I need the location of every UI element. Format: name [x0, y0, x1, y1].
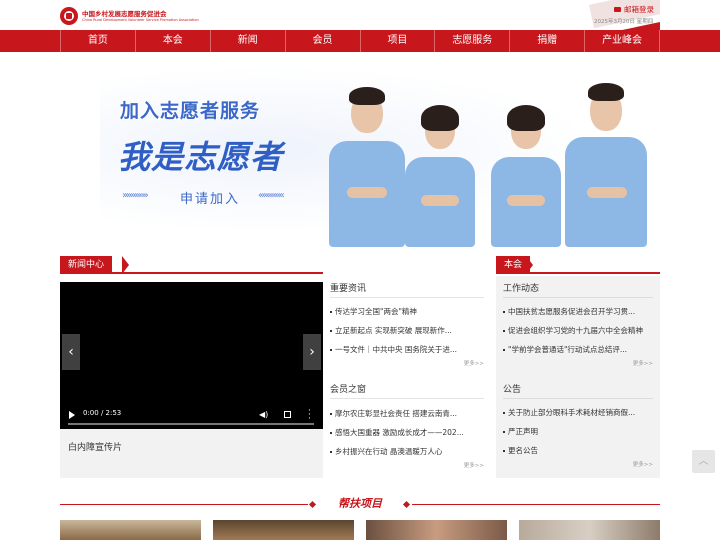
- nav-item-projects[interactable]: 项目: [359, 30, 435, 52]
- list-item[interactable]: 感悟大国重器 激励成长成才——202...: [330, 423, 484, 442]
- project-thumbnails: [60, 520, 660, 540]
- list-item[interactable]: 立足新起点 实现新突破 展现新作...: [330, 321, 484, 340]
- site-logo[interactable]: 中国乡村发展志愿服务促进会 China Rural Development Vo…: [60, 6, 260, 26]
- member-news-list: 摩尔农庄彰显社会责任 搭建云南青... 感悟大国重器 激励成长成才——202..…: [330, 404, 484, 461]
- page: 中国乡村发展志愿服务促进会 China Rural Development Vo…: [0, 0, 720, 540]
- chevron-up-icon: ︿: [698, 456, 709, 467]
- important-news-title[interactable]: 重要资讯: [330, 282, 484, 298]
- list-item[interactable]: 严正声明: [503, 422, 653, 441]
- project-thumbnail[interactable]: [60, 520, 201, 540]
- volume-icon[interactable]: ◀): [259, 411, 268, 419]
- volunteer-figure: [325, 75, 409, 247]
- more-link[interactable]: 更多>>: [330, 461, 484, 471]
- current-date: 2025年3月20日 星期四: [594, 19, 654, 25]
- video-player[interactable]: ‹ › 0:00 / 2:53 ◀) · · ·: [60, 282, 323, 429]
- more-options-icon[interactable]: · · ·: [308, 407, 311, 424]
- tag-arrow-icon: [122, 256, 129, 274]
- chevron-left-icon[interactable]: ‹: [62, 334, 80, 370]
- nav-item-donate[interactable]: 捐赠: [509, 30, 584, 52]
- mail-login-label: 邮箱登录: [624, 5, 654, 14]
- member-window-title[interactable]: 会员之窗: [330, 383, 484, 399]
- more-link[interactable]: 更多>>: [503, 359, 653, 369]
- video-time: 0:00 / 2:53: [83, 409, 122, 417]
- important-news-list: 传达学习全国"两会"精神 立足新起点 实现新突破 展现新作... 一号文件｜中共…: [330, 302, 484, 359]
- list-item[interactable]: 更名公告: [503, 441, 653, 460]
- list-item[interactable]: 促进会组织学习党的十九届六中全会精神: [503, 321, 653, 340]
- work-updates-list: 中国扶贫志愿服务促进会召开学习贯... 促进会组织学习党的十九届六中全会精神 "…: [503, 302, 653, 359]
- fullscreen-icon[interactable]: [284, 411, 291, 418]
- work-updates-title[interactable]: 工作动态: [503, 282, 653, 298]
- notice-title[interactable]: 公告: [503, 383, 653, 399]
- nav-item-home[interactable]: 首页: [60, 30, 135, 52]
- chevron-right-icon[interactable]: ›: [303, 334, 321, 370]
- project-thumbnail[interactable]: [519, 520, 660, 540]
- association-panel: 工作动态 中国扶贫志愿服务促进会召开学习贯... 促进会组织学习党的十九届六中全…: [496, 276, 660, 478]
- top-header: 中国乡村发展志愿服务促进会 China Rural Development Vo…: [0, 0, 720, 30]
- arrows-right-icon: ««««««: [258, 190, 285, 201]
- nav-item-members[interactable]: 会员: [284, 30, 360, 52]
- list-item[interactable]: 乡村振兴在行动 晶澳温暖万人心: [330, 442, 484, 461]
- banner-title: 加入志愿者服务: [120, 100, 261, 122]
- logo-name-en: China Rural Development Volunteer Servic…: [82, 17, 199, 22]
- project-thumbnail[interactable]: [366, 520, 507, 540]
- more-link[interactable]: 更多>>: [503, 460, 653, 470]
- logo-emblem-icon: [60, 7, 78, 25]
- volunteer-figure: [561, 75, 651, 247]
- more-link[interactable]: 更多>>: [330, 359, 484, 369]
- list-item[interactable]: "学前学会普通话"行动试点总结评...: [503, 340, 653, 359]
- volunteer-figure: [485, 97, 567, 247]
- video-controls: 0:00 / 2:53 ◀) · · ·: [60, 401, 323, 429]
- video-progress-track[interactable]: [68, 423, 314, 425]
- mail-icon: [614, 7, 621, 12]
- association-header: 本会: [496, 256, 660, 274]
- list-item[interactable]: 一号文件｜中共中央 国务院关于进...: [330, 340, 484, 359]
- projects-section-title: 帮扶项目: [338, 497, 382, 510]
- logo-text: 中国乡村发展志愿服务促进会 China Rural Development Vo…: [82, 10, 199, 23]
- list-item[interactable]: 摩尔农庄彰显社会责任 搭建云南青...: [330, 404, 484, 423]
- banner-artwork: 加入志愿者服务 我是志愿者 »»»»»» 申请加入 ««««««: [100, 52, 660, 247]
- volunteer-figure: [399, 97, 481, 247]
- news-center-header: 新闻中心: [60, 256, 323, 274]
- notice-list: 关于防止部分眼科手术耗材经销商假... 严正声明 更名公告: [503, 403, 653, 460]
- list-item[interactable]: 中国扶贫志愿服务促进会召开学习贯...: [503, 302, 653, 321]
- nav-item-news[interactable]: 新闻: [209, 30, 285, 52]
- diamond-icon: [308, 500, 317, 509]
- banner-apply-button[interactable]: 申请加入: [180, 188, 240, 207]
- diamond-icon: [402, 500, 411, 509]
- list-item[interactable]: 关于防止部分眼科手术耗材经销商假...: [503, 403, 653, 422]
- main-nav: 首页 本会 新闻 会员 项目 志愿服务 捐赠 产业峰会: [0, 30, 720, 52]
- back-to-top-button[interactable]: ︿: [692, 450, 715, 473]
- news-video-card: ‹ › 0:00 / 2:53 ◀) · · · 白内障宣传片: [60, 282, 323, 478]
- project-thumbnail[interactable]: [213, 520, 354, 540]
- mail-login-link[interactable]: 邮箱登录: [614, 4, 654, 15]
- volunteer-group-photo: [315, 70, 660, 247]
- nav-item-summit[interactable]: 产业峰会: [584, 30, 660, 52]
- video-caption[interactable]: 白内障宣传片: [68, 440, 122, 453]
- tag-arrow-icon: [526, 256, 533, 274]
- news-center-tag[interactable]: 新闻中心: [60, 256, 113, 274]
- association-tag[interactable]: 本会: [496, 256, 531, 274]
- news-lists: 重要资讯 传达学习全国"两会"精神 立足新起点 实现新突破 展现新作... 一号…: [330, 282, 484, 471]
- logo-name-cn: 中国乡村发展志愿服务促进会: [82, 9, 167, 18]
- nav-item-about[interactable]: 本会: [134, 30, 210, 52]
- play-icon[interactable]: [69, 411, 75, 419]
- hero-banner[interactable]: 加入志愿者服务 我是志愿者 »»»»»» 申请加入 ««««««: [0, 52, 720, 247]
- nav-item-volunteer[interactable]: 志愿服务: [434, 30, 509, 52]
- banner-slogan: 我是志愿者: [118, 138, 284, 176]
- arrows-left-icon: »»»»»»: [122, 190, 149, 201]
- list-item[interactable]: 传达学习全国"两会"精神: [330, 302, 484, 321]
